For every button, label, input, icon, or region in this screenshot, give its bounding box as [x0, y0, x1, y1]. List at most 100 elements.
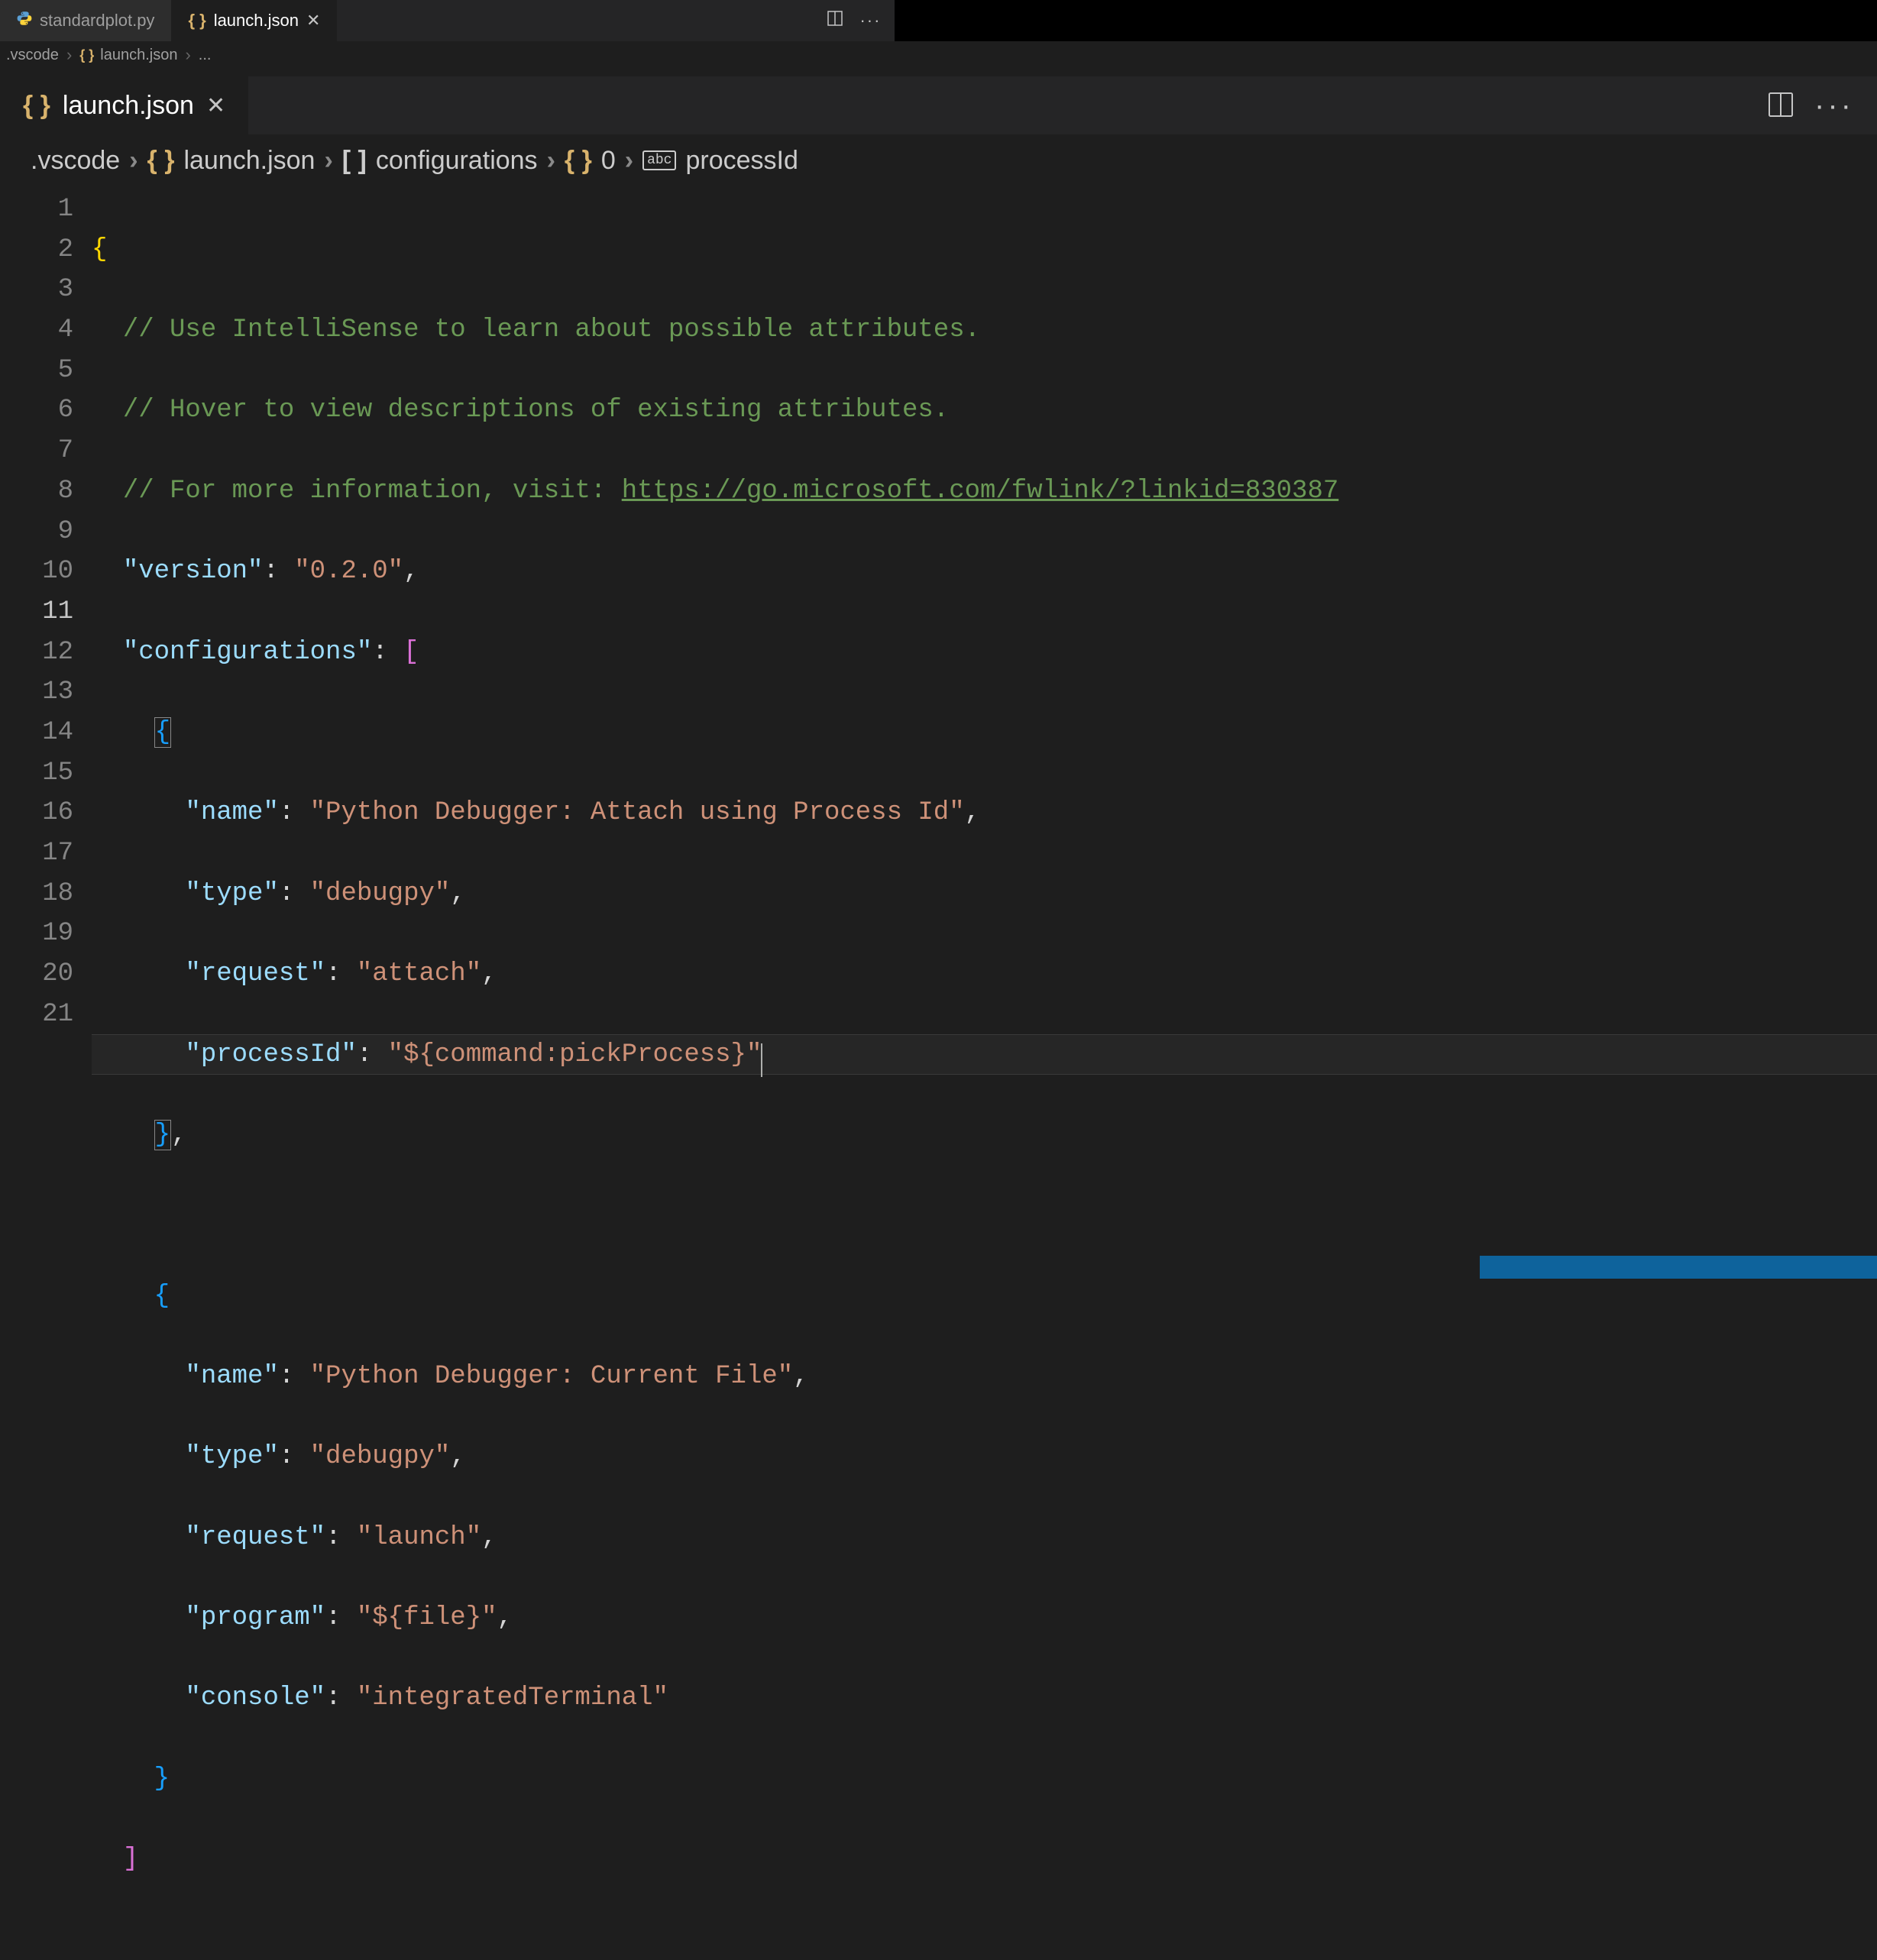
line-number: 17 [0, 833, 73, 874]
token-key: "name" [185, 798, 278, 827]
code-content[interactable]: { // Use IntelliSense to learn about pos… [92, 186, 1877, 1279]
breadcrumb-folder[interactable]: .vscode [31, 146, 120, 176]
chevron-right-icon: › [185, 45, 190, 65]
token-string: "integratedTerminal" [357, 1683, 668, 1713]
token-key: "version" [123, 557, 264, 586]
token-punct: , [965, 798, 980, 827]
token-string: "debugpy" [310, 1442, 451, 1471]
line-number: 12 [0, 632, 73, 673]
token-key: "processId" [185, 1040, 356, 1069]
token-punct: , [450, 1442, 465, 1471]
token-string: "attach" [357, 959, 481, 988]
token-brace: } [154, 1120, 171, 1150]
bottom-blue-strip [1480, 1256, 1877, 1279]
json-icon: { } [188, 11, 205, 31]
token-brace: { [154, 717, 171, 748]
line-number: 21 [0, 995, 73, 1035]
line-number: 20 [0, 954, 73, 995]
token-bracket: [ [403, 638, 419, 667]
token-key: "name" [185, 1362, 278, 1391]
chevron-right-icon: › [66, 45, 72, 65]
breadcrumb-index[interactable]: 0 [601, 146, 616, 176]
more-icon[interactable]: ··· [1814, 89, 1854, 123]
chevron-right-icon: › [324, 146, 332, 176]
breadcrumb-folder[interactable]: .vscode [6, 47, 59, 64]
token-key: "program" [185, 1603, 325, 1632]
outer-tab-actions: ··· [826, 9, 895, 32]
breadcrumb-file[interactable]: launch.json [183, 146, 315, 176]
line-number: 4 [0, 310, 73, 351]
line-number-gutter: 1 2 3 4 5 6 7 8 9 10 11 12 13 14 15 16 1… [0, 186, 92, 1279]
array-icon: [ ] [342, 146, 367, 176]
breadcrumb-configurations[interactable]: configurations [376, 146, 538, 176]
inner-tab-bar: { } launch.json ✕ ··· [0, 76, 1877, 134]
token-comment: // For more information, visit: [123, 477, 622, 506]
line-number: 8 [0, 471, 73, 512]
token-key: "request" [185, 1523, 325, 1552]
breadcrumb-processid[interactable]: processId [685, 146, 798, 176]
token-key: "type" [185, 1442, 278, 1471]
tab-label: launch.json [63, 91, 194, 121]
token-punct: , [793, 1362, 808, 1391]
inner-tab-actions: ··· [1765, 89, 1877, 123]
split-editor-icon[interactable] [1765, 89, 1796, 122]
outer-breadcrumb: .vscode › { } launch.json › ... [0, 41, 1877, 69]
token-punct: , [497, 1603, 513, 1632]
close-icon[interactable]: ✕ [206, 92, 225, 119]
code-editor[interactable]: 1 2 3 4 5 6 7 8 9 10 11 12 13 14 15 16 1… [0, 186, 1877, 1279]
line-number: 13 [0, 672, 73, 713]
line-number: 10 [0, 551, 73, 592]
token-key: "type" [185, 879, 278, 908]
token-punct: , [481, 1523, 497, 1552]
chevron-right-icon: › [625, 146, 633, 176]
token-brace: { [154, 1282, 170, 1311]
token-punct: : [372, 638, 403, 667]
tab-label: standardplot.py [40, 11, 154, 31]
chevron-right-icon: › [547, 146, 555, 176]
line-number: 3 [0, 270, 73, 310]
close-icon[interactable]: ✕ [306, 11, 320, 31]
token-string: "0.2.0" [294, 557, 403, 586]
line-number: 1 [0, 189, 73, 230]
token-key: "request" [185, 959, 325, 988]
title-bar-blackspace [895, 0, 1877, 41]
token-punct: , [403, 557, 419, 586]
token-string: "launch" [357, 1523, 481, 1552]
line-number: 18 [0, 874, 73, 914]
token-brace: } [154, 1764, 170, 1793]
tab-launch-json[interactable]: { } launch.json ✕ [171, 0, 337, 41]
token-string: "Python Debugger: Attach using Process I… [310, 798, 965, 827]
line-number: 9 [0, 512, 73, 552]
line-number: 2 [0, 230, 73, 270]
tab-standardplot[interactable]: standardplot.py [0, 0, 171, 41]
token-brace: { [92, 235, 107, 264]
inner-breadcrumb: .vscode › { } launch.json › [ ] configur… [0, 134, 1877, 186]
token-bracket: ] [123, 1845, 138, 1874]
line-number: 5 [0, 351, 73, 391]
breadcrumb-tail[interactable]: ... [199, 47, 212, 64]
breadcrumb-file[interactable]: launch.json [100, 47, 177, 64]
json-icon: { } [147, 146, 175, 176]
line-number: 7 [0, 431, 73, 471]
token-link[interactable]: https://go.microsoft.com/fwlink/?linkid=… [622, 477, 1339, 506]
line-number: 14 [0, 713, 73, 753]
more-icon[interactable]: ··· [859, 11, 881, 31]
token-punct: , [481, 959, 497, 988]
line-number: 16 [0, 793, 73, 833]
line-number: 15 [0, 753, 73, 794]
token-string: "Python Debugger: Current File" [310, 1362, 794, 1391]
token-key: "configurations" [123, 638, 372, 667]
split-editor-icon[interactable] [826, 9, 844, 32]
json-icon: { } [79, 47, 94, 63]
token-comment: // Hover to view descriptions of existin… [123, 396, 949, 425]
text-cursor [761, 1043, 762, 1077]
token-string: "debugpy" [310, 879, 451, 908]
token-key: "console" [185, 1683, 325, 1713]
json-icon: { } [23, 91, 50, 121]
python-icon [17, 11, 32, 31]
line-number: 19 [0, 914, 73, 954]
line-number: 6 [0, 390, 73, 431]
line-number: 11 [0, 592, 73, 632]
tab-label: launch.json [214, 11, 299, 31]
inner-tab-launch-json[interactable]: { } launch.json ✕ [0, 76, 248, 134]
